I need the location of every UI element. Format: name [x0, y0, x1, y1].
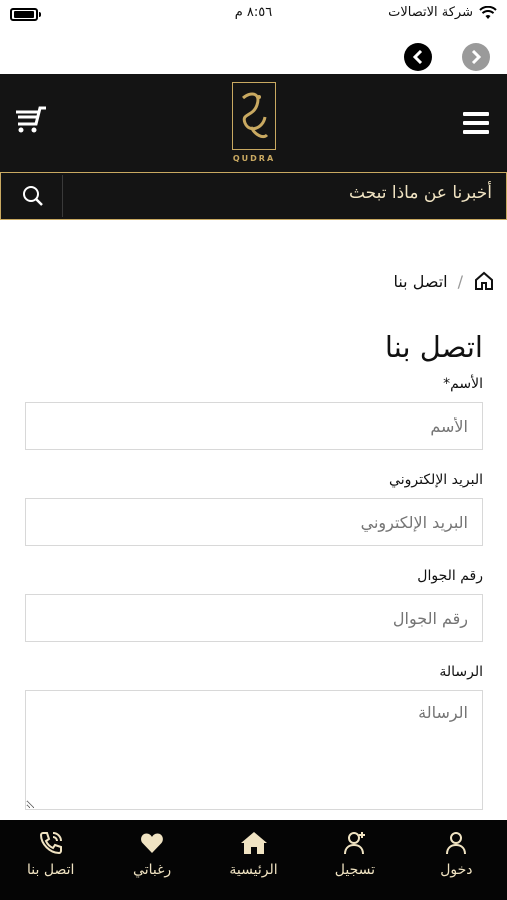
chevron-left-icon — [412, 50, 423, 64]
breadcrumb-separator: / — [457, 271, 463, 291]
back-button[interactable] — [404, 43, 432, 71]
home-icon — [240, 832, 267, 854]
nav-login[interactable]: دخول — [406, 820, 507, 900]
message-field[interactable] — [25, 690, 483, 810]
mobile-label: رقم الجوال — [417, 568, 483, 584]
search-icon — [22, 186, 43, 206]
phone-icon — [39, 832, 62, 855]
nav-home[interactable]: الرئيسية — [203, 820, 304, 900]
status-time: ٨:٥٦ م — [234, 5, 273, 20]
browser-nav — [404, 43, 490, 71]
user-icon — [446, 832, 467, 855]
user-plus-icon — [343, 832, 365, 855]
battery-icon — [10, 8, 41, 21]
nav-contact[interactable]: اتصل بنا — [0, 820, 101, 900]
message-label: الرسالة — [439, 664, 483, 680]
forward-button[interactable] — [462, 43, 490, 71]
cart-button[interactable] — [12, 104, 48, 140]
cart-icon — [16, 106, 46, 133]
nav-wishlist-label: رغباتي — [133, 862, 172, 878]
breadcrumb: / اتصل بنا — [393, 270, 495, 292]
nav-wishlist[interactable]: رغباتي — [101, 820, 202, 900]
mobile-field[interactable] — [25, 594, 483, 642]
name-label: الأسم* — [443, 376, 483, 392]
nav-login-label: دخول — [440, 862, 473, 878]
search-bar: أخبرنا عن ماذا تبحث — [0, 172, 507, 220]
logo-mark — [232, 82, 276, 150]
heart-icon — [141, 833, 164, 853]
bottom-nav: اتصل بنا رغباتي الرئيسية تسجيل دخول — [0, 820, 507, 900]
chevron-right-icon — [471, 50, 482, 64]
home-icon[interactable] — [473, 270, 495, 292]
nav-register[interactable]: تسجيل — [304, 820, 405, 900]
email-label: البريد الإلكتروني — [389, 472, 483, 488]
brand-logo[interactable]: QUDRA — [230, 80, 278, 168]
status-bar: شركة الاتصالات ٨:٥٦ م — [0, 0, 507, 30]
page-title: اتصل بنا — [384, 330, 483, 364]
nav-contact-label: اتصل بنا — [27, 862, 75, 878]
search-input[interactable]: أخبرنا عن ماذا تبحث — [349, 183, 492, 203]
logo-wordmark: QUDRA — [232, 154, 276, 163]
search-button[interactable] — [3, 175, 63, 217]
name-field[interactable] — [25, 402, 483, 450]
nav-register-label: تسجيل — [334, 862, 376, 878]
email-field[interactable] — [25, 498, 483, 546]
nav-home-label: الرئيسية — [229, 862, 278, 878]
hamburger-menu-icon[interactable] — [463, 112, 489, 134]
breadcrumb-current: اتصل بنا — [393, 271, 448, 291]
contact-form: اتصل بنا الأسم* البريد الإلكتروني رقم ال… — [25, 330, 483, 836]
app-header: QUDRA — [0, 74, 507, 172]
